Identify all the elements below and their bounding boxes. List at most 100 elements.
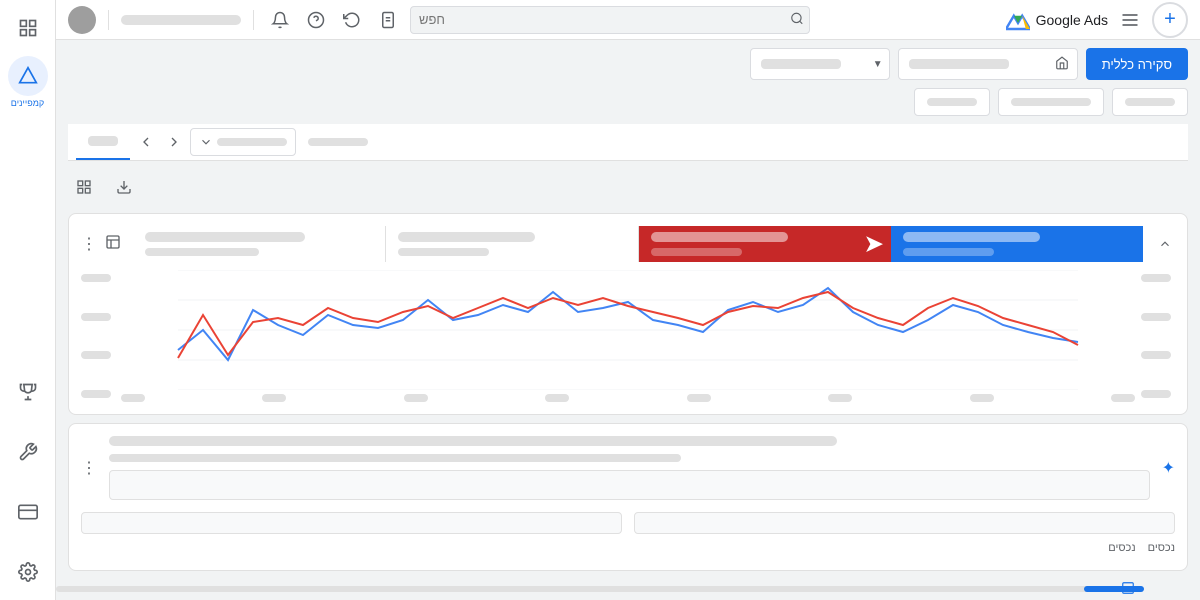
bottom-loading-1 [109,436,837,446]
overview-left: ⋮ [81,234,121,255]
google-ads-logo: Google Ads [1006,8,1108,32]
metric-2-value [398,248,489,256]
yr-label-1 [1141,390,1171,398]
horizontal-scrollbar-track[interactable] [56,586,1144,592]
campaigns-label-1: נכסים [1108,542,1135,554]
filter-2-home-icon [1055,56,1069,73]
x-label-8 [1111,394,1135,402]
chart-menu-icon[interactable]: ⋮ [81,234,97,254]
bottom-panel: ⋮ ✦ נכסים נכסים [68,423,1188,571]
filter-2-placeholder [909,59,1009,69]
x-label-3 [404,394,428,402]
tab-dropdown-label [217,138,287,146]
sidebar-campaigns-label: קמפיינים [11,98,44,108]
tab-extra [308,133,368,151]
metric-col-4-blue[interactable] [891,226,1143,262]
metric-2-title [398,232,535,242]
topbar-right: Google Ads + [1006,2,1188,38]
x-label-5 [687,394,711,402]
overview-collapse-btn[interactable] [1155,234,1175,254]
seg-2-text [1011,98,1091,106]
sidebar-campaigns-icon[interactable] [8,56,48,96]
notifications-btn[interactable] [266,6,294,34]
metric-1-value [145,248,259,256]
main-content: Google Ads + ▼ [56,0,1200,600]
sidebar-settings-icon[interactable] [8,552,48,592]
seg-btn-2[interactable] [998,88,1104,116]
filter-1-arrow: ▼ [873,59,883,70]
tab-bar [68,124,1188,161]
new-item-btn[interactable]: + [1152,2,1188,38]
bottom-panel-content [109,436,1150,500]
overview-btn[interactable]: סקירה כללית [1086,48,1188,80]
chart-svg-container [121,270,1135,402]
campaigns-labels: נכסים נכסים [81,542,1175,558]
metric-4-value [903,248,994,256]
tab-dropdown[interactable] [190,128,296,156]
cursor-arrow-icon: ➤ [865,231,883,257]
filter-dropdown-1[interactable]: ▼ [750,48,890,80]
overview-title-bar: ⋮ [81,226,1175,262]
table-row-2 [634,512,1175,534]
seg-btn-1[interactable] [914,88,990,116]
breadcrumb-placeholder [121,15,241,25]
help-btn[interactable] [302,6,330,34]
metric-1-title [145,232,305,242]
sidebar-trophy-icon[interactable] [8,372,48,412]
filter-1-placeholder [761,59,841,69]
undo-btn[interactable] [338,6,366,34]
metric-col-1 [133,226,386,262]
filter-dropdown-2[interactable] [898,48,1078,80]
ads-logo-icon [1006,8,1030,32]
x-label-2 [262,394,286,402]
chart-type-icon[interactable] [105,234,121,255]
download-icon-btn[interactable] [108,171,140,203]
secondary-bar [68,88,1188,116]
x-label-4 [545,394,569,402]
seg-1-text [927,98,977,106]
topbar-menu-btn[interactable] [1116,6,1144,34]
metric-col-3-red[interactable]: ➤ [639,226,891,262]
bottom-panel-menu-icon[interactable]: ⋮ [81,458,97,478]
history-btn[interactable] [374,6,402,34]
seg-btn-3[interactable] [1112,88,1188,116]
bottom-table-area [81,512,1175,538]
sidebar-overview-icon[interactable] [8,8,48,48]
bottom-search-box[interactable] [109,470,1150,500]
metric-3-value [651,248,742,256]
y-label-3 [81,313,111,321]
tab-prev-btn[interactable] [134,130,158,154]
divider2 [253,10,254,30]
tab-extra-label [308,138,368,146]
sparkle-icon[interactable]: ✦ [1162,458,1175,478]
search-input[interactable] [410,6,810,34]
x-label-1 [121,394,145,402]
tab-next-btn[interactable] [162,130,186,154]
x-axis [121,394,1135,402]
sidebar-billing-icon[interactable] [8,492,48,532]
search-icon [790,11,804,28]
overview-card: ⋮ [68,213,1188,415]
user-avatar[interactable] [68,6,96,34]
yr-label-3 [1141,313,1171,321]
tab-active[interactable] [76,124,130,160]
blue-line [178,288,1078,360]
yr-label-4 [1141,274,1171,282]
filter-bar: ▼ סקירה כללית [68,48,1188,80]
metric-3-title [651,232,788,242]
bottom-loading-2 [109,454,681,462]
scroll-bottom-icon[interactable] [1120,580,1136,596]
metrics-area: ➤ [133,226,1143,262]
y-axis [81,270,121,402]
sidebar-tools-icon[interactable] [8,432,48,472]
icon-action-bar [68,169,1188,205]
y-label-2 [81,351,111,359]
expand-icon-btn[interactable] [68,171,100,203]
x-label-7 [970,394,994,402]
y-label-1 [81,390,111,398]
y-label-4 [81,274,111,282]
table-right [634,512,1175,538]
google-ads-text: Google Ads [1036,12,1108,28]
metric-col-2 [386,226,639,262]
line-chart-svg [121,270,1135,390]
